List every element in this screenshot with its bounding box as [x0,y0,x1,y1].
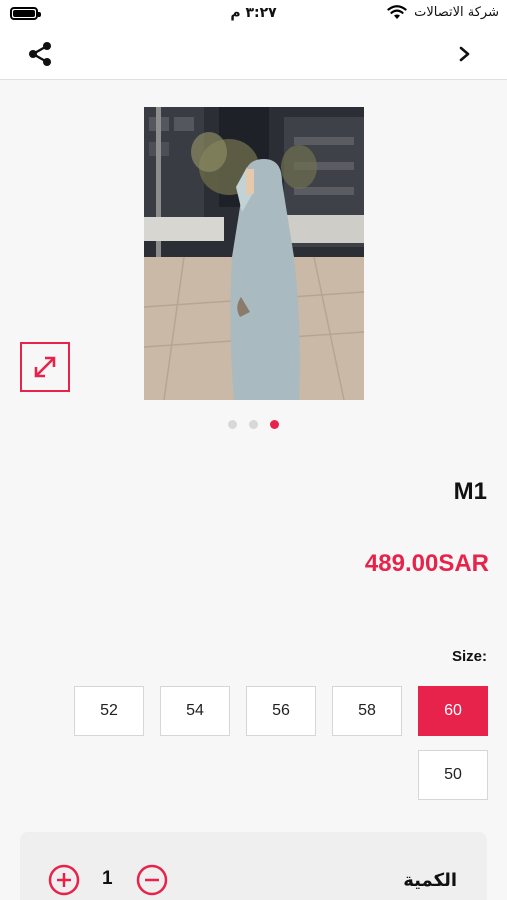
product-price: 489.00SAR [364,550,489,577]
quantity-value: 1 [102,868,113,889]
product-image[interactable] [144,107,364,400]
status-bar: ٣:٢٧ م شركة الاتصالات [0,0,507,28]
pagination-dot[interactable] [228,420,237,429]
image-pagination [0,420,507,429]
expand-image-button[interactable] [20,342,70,392]
size-option[interactable]: 50 [418,750,488,800]
chevron-right-icon[interactable] [455,42,475,66]
size-option[interactable]: 54 [160,686,230,736]
quantity-label: الكمية [403,870,457,891]
plus-icon[interactable] [48,864,80,896]
expand-arrows-icon [34,356,56,378]
nav-bar [0,28,507,80]
size-option[interactable]: 52 [74,686,144,736]
carrier-name: شركة الاتصالات [414,5,499,20]
wifi-icon [387,5,407,19]
size-options: 60 58 56 54 52 50 [68,686,488,800]
quantity-panel: الكمية 1 [20,832,487,900]
product-name: M1 [453,478,487,505]
pagination-dot[interactable] [249,420,258,429]
size-option-selected[interactable]: 60 [418,686,488,736]
size-option[interactable]: 56 [246,686,316,736]
minus-icon[interactable] [136,864,168,896]
size-label: Size: [451,648,487,665]
share-icon[interactable] [26,40,54,68]
pagination-dot-active[interactable] [270,420,279,429]
size-option[interactable]: 58 [332,686,402,736]
